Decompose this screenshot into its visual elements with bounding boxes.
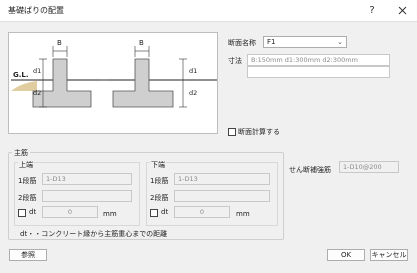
section-name-value: F1 — [267, 38, 276, 46]
chevron-down-icon: ⌄ — [337, 38, 343, 46]
close-icon — [398, 6, 406, 15]
upper-row1-field[interactable]: 1-D13 — [42, 173, 132, 185]
upper-row2-label: 2段筋 — [18, 194, 37, 202]
upper-dt-field[interactable]: 0 — [42, 206, 98, 218]
right-beam-section — [112, 58, 174, 108]
lower-dt-label: dt — [161, 208, 169, 216]
shear-bar-label: せん断補強筋 — [289, 166, 331, 174]
lower-row1-field[interactable]: 1-D13 — [174, 173, 270, 185]
shear-bar-field[interactable]: 1-D10@200 — [339, 161, 399, 173]
lower-heading: 下端 — [150, 160, 166, 170]
section-calc-checkbox[interactable] — [228, 128, 236, 136]
main-bar-group-label: 主筋 — [12, 148, 30, 158]
upper-dt-label: dt — [29, 208, 37, 216]
upper-row2-field[interactable] — [42, 190, 132, 202]
beam-section-drawing — [11, 46, 217, 108]
lower-row2-label: 2段筋 — [150, 194, 169, 202]
upper-dt-checkbox[interactable] — [18, 209, 26, 217]
dimensions-field: B:150mm d1:300mm d2:300mm — [247, 54, 390, 66]
lower-row2-field[interactable] — [174, 190, 270, 202]
depth-d1-label-right: d1 — [189, 67, 198, 75]
help-button[interactable]: ? — [362, 3, 382, 19]
window-title: 基礎ばりの配置 — [8, 6, 64, 15]
depth-d2-label-right: d2 — [189, 89, 198, 97]
close-button[interactable] — [392, 3, 412, 19]
left-beam-section — [32, 58, 92, 108]
depth-d1-label-left: d1 — [33, 67, 42, 75]
upper-heading: 上端 — [18, 160, 34, 170]
lower-dt-checkbox[interactable] — [150, 209, 158, 217]
lower-dt-field[interactable]: 0 — [174, 206, 230, 218]
dt-note: dt・・コンクリート縁から主筋重心までの距離 — [20, 230, 168, 238]
section-diagram: B B G.L. d1 d2 d1 d2 — [8, 32, 218, 134]
depth-d2-label-left: d2 — [33, 89, 42, 97]
section-name-label: 断面名称 — [228, 39, 256, 47]
lower-dt-unit: mm — [236, 210, 250, 218]
width-b-label-right: B — [139, 39, 144, 47]
dimensions-field-extra — [247, 66, 390, 78]
dimensions-label: 寸法 — [228, 57, 242, 65]
ground-level-label: G.L. — [13, 71, 29, 79]
cancel-button[interactable]: キャンセル — [370, 249, 408, 261]
ok-button[interactable]: OK — [327, 249, 365, 261]
width-b-label-left: B — [57, 39, 62, 47]
section-calc-label: 断面計算する — [238, 128, 280, 136]
section-name-select[interactable]: F1 ⌄ — [263, 36, 347, 48]
upper-row1-label: 1段筋 — [18, 177, 37, 185]
lower-row1-label: 1段筋 — [150, 177, 169, 185]
reference-button[interactable]: 参照 — [9, 249, 47, 261]
upper-dt-unit: mm — [103, 210, 117, 218]
